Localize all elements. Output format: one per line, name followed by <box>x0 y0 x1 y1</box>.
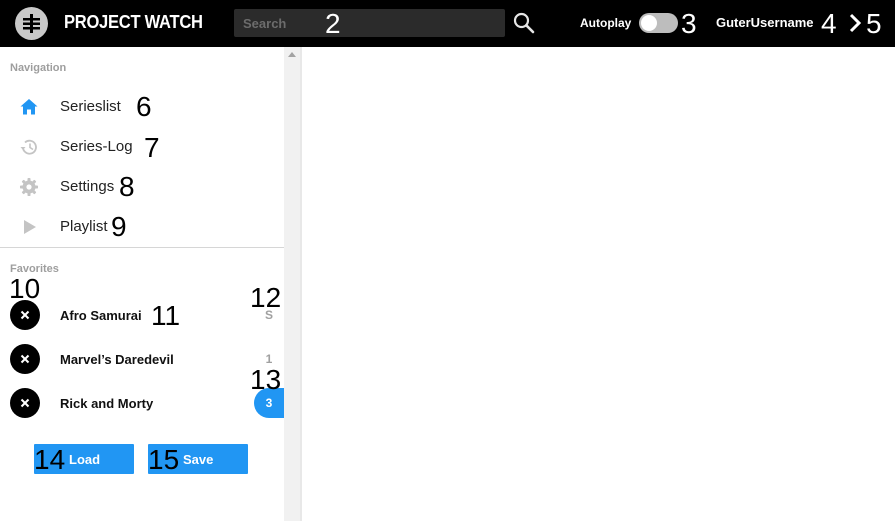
nav-item-label: Serieslist <box>60 98 121 115</box>
nav-item-serieslist[interactable]: Serieslist <box>0 87 284 127</box>
scroll-up-arrow-icon[interactable] <box>288 52 296 57</box>
remove-favorite-button[interactable] <box>10 344 40 374</box>
close-icon <box>20 354 30 364</box>
toggle-knob <box>641 15 657 31</box>
favorites-title: Favorites <box>10 263 59 275</box>
marker-label: 3 <box>681 8 697 39</box>
favorite-name[interactable]: Marvel’s Daredevil <box>60 352 174 367</box>
main-content <box>302 47 895 521</box>
search-icon[interactable] <box>512 11 536 35</box>
close-icon <box>20 398 30 408</box>
app-logo-icon[interactable] <box>15 7 48 40</box>
username[interactable]: GuterUsername <box>716 15 814 30</box>
close-icon <box>20 310 30 320</box>
nav-item-label: Playlist <box>60 218 108 235</box>
home-icon <box>20 99 38 115</box>
marker-label: 4 <box>821 8 837 39</box>
sidebar-scrollbar[interactable] <box>284 47 300 521</box>
nav-item-series-log[interactable]: Series-Log <box>0 127 284 167</box>
favorite-name[interactable]: Rick and Morty <box>60 396 153 411</box>
favorite-badge[interactable]: 3 <box>254 388 284 418</box>
favorite-item: Afro Samurai S <box>0 300 284 344</box>
autoplay-toggle[interactable] <box>639 13 678 33</box>
remove-favorite-button[interactable] <box>10 300 40 330</box>
nav-item-playlist[interactable]: Playlist <box>0 207 284 247</box>
search-input[interactable] <box>234 9 505 37</box>
favorite-item: Marvel’s Daredevil 1 <box>0 344 284 388</box>
favorite-badge: S <box>264 308 273 322</box>
gear-icon <box>20 178 38 196</box>
marker-label: 5 <box>866 8 882 39</box>
nav-item-settings[interactable]: Settings <box>0 167 284 207</box>
favorite-badge: 1 <box>265 352 273 366</box>
app-title: PROJECT WATCH <box>64 12 203 32</box>
navigation-title: Navigation <box>10 62 67 74</box>
play-icon <box>24 220 36 234</box>
favorite-name[interactable]: Afro Samurai <box>60 308 142 323</box>
chevron-right-icon[interactable] <box>848 12 862 34</box>
top-bar: PROJECT WATCH Autoplay GuterUsername 2 3… <box>0 0 895 47</box>
autoplay-label: Autoplay <box>580 16 632 30</box>
favorite-item: Rick and Morty 3 <box>0 388 284 432</box>
nav-item-label: Settings <box>60 178 115 195</box>
load-button[interactable]: Load <box>34 444 134 474</box>
remove-favorite-button[interactable] <box>10 388 40 418</box>
save-button[interactable]: Save <box>148 444 248 474</box>
nav-item-label: Series-Log <box>60 138 133 155</box>
divider <box>0 247 284 248</box>
history-icon <box>20 139 37 155</box>
